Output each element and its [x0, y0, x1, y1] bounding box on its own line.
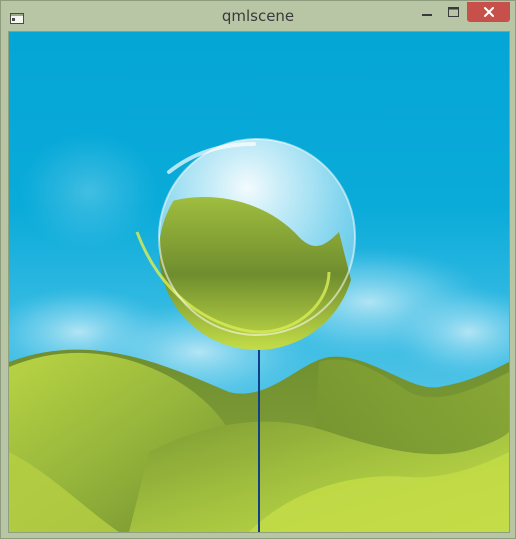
minimize-button[interactable]	[414, 2, 440, 22]
maximize-button[interactable]	[440, 2, 466, 22]
app-window: qmlscene	[0, 0, 516, 539]
close-icon	[483, 7, 494, 17]
title-bar[interactable]: qmlscene	[1, 1, 515, 31]
qml-scene-viewport[interactable]	[8, 31, 510, 533]
close-button[interactable]	[467, 2, 510, 22]
scene-canvas	[9, 32, 509, 532]
maximize-icon	[447, 7, 459, 17]
minimize-icon	[422, 14, 432, 16]
